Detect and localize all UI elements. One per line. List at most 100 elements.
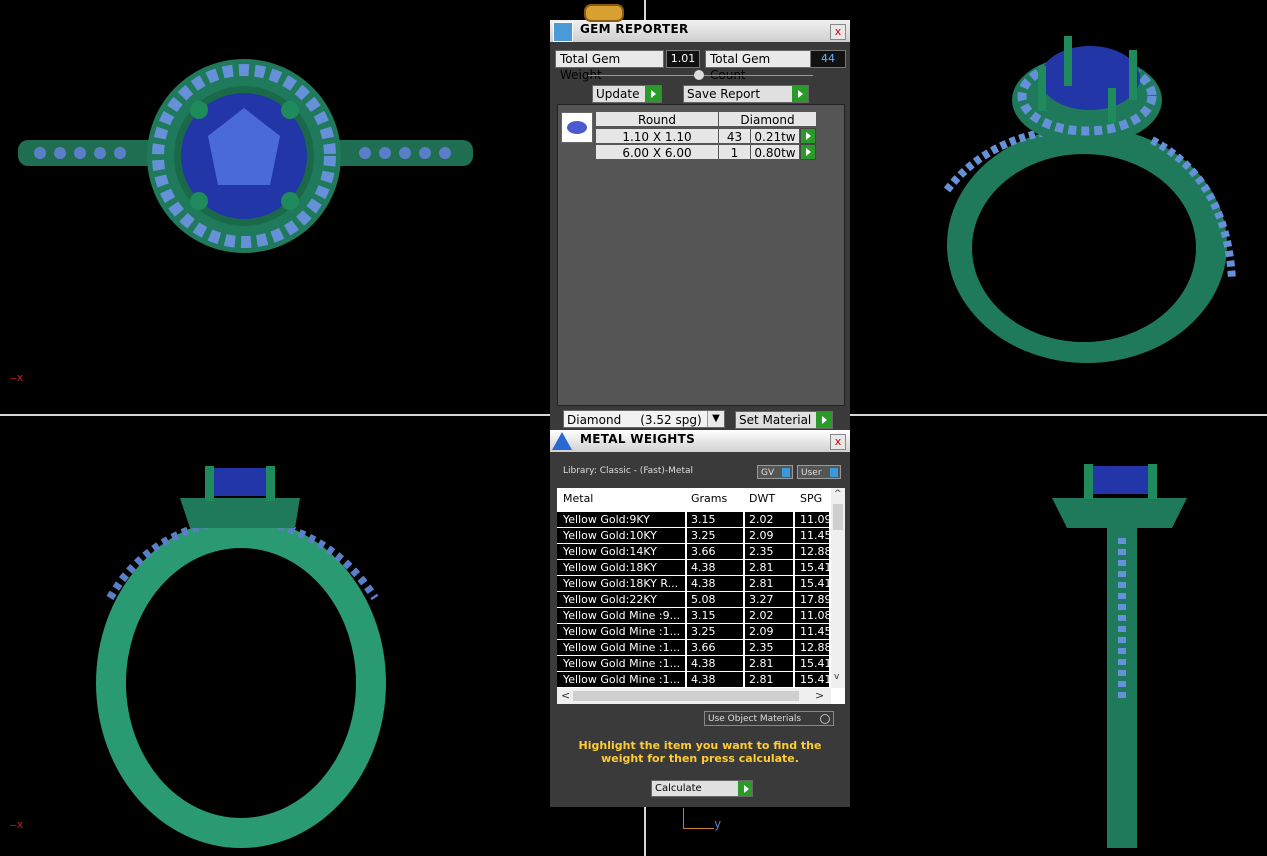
viewport-bottom-right[interactable]	[852, 418, 1267, 856]
column-header-metal[interactable]: Metal	[563, 492, 593, 505]
column-divider	[793, 592, 795, 607]
use-object-materials-checkbox[interactable]: Use Object Materials	[704, 711, 834, 726]
column-divider	[743, 576, 745, 591]
table-row[interactable]: Yellow Gold:9KY 3.15 2.02 11.09	[557, 512, 830, 527]
table-cell: Yellow Gold:22KY	[563, 593, 657, 606]
table-cell: Yellow Gold Mine :1...	[563, 641, 681, 654]
viewport-top-left[interactable]: —x	[0, 0, 550, 410]
round-gem-thumbnail-icon[interactable]	[561, 112, 593, 143]
table-row[interactable]: Yellow Gold:22KY 5.08 3.27 17.89	[557, 592, 830, 607]
library-label: Library: Classic - (Fast)-Metal	[563, 466, 694, 476]
table-row[interactable]: Yellow Gold Mine :1... 4.38 2.81 15.41	[557, 672, 830, 687]
table-cell: 4.38	[691, 577, 716, 590]
table-cell: Yellow Gold:18KY	[563, 561, 657, 574]
column-divider	[793, 624, 795, 639]
scroll-up-icon[interactable]: ^	[834, 489, 842, 499]
play-arrow-icon	[792, 86, 808, 102]
update-button[interactable]: Update	[592, 85, 662, 103]
column-divider	[685, 640, 687, 655]
scroll-down-icon[interactable]: v	[834, 672, 839, 682]
column-divider	[793, 576, 795, 591]
table-cell: Yellow Gold:9KY	[563, 513, 650, 526]
table-cell: 15.41	[800, 657, 830, 670]
viewport-bottom-left[interactable]: —x	[0, 418, 640, 856]
gv-toggle[interactable]: GV	[757, 465, 793, 479]
metal-weights-table[interactable]: Metal Grams DWT SPG Yellow Gold:9KY 3.15 2…	[557, 488, 845, 704]
metal-weights-close-icon[interactable]: x	[830, 434, 846, 450]
column-divider	[793, 512, 795, 527]
toggle-indicator-icon	[830, 468, 838, 477]
column-divider	[685, 544, 687, 559]
gem-row-select-arrow-icon[interactable]	[800, 128, 816, 144]
chevron-down-icon: ▼	[707, 411, 724, 427]
table-cell: 15.41	[800, 561, 830, 574]
save-report-button[interactable]: Save Report	[683, 85, 809, 103]
gem-material-header: Diamond	[718, 111, 817, 127]
table-cell: 2.81	[749, 561, 774, 574]
update-button-label: Update	[596, 87, 640, 101]
material-select[interactable]: Diamond (3.52 spg) ▼	[563, 410, 725, 428]
table-row[interactable]: Yellow Gold:18KY R... 4.38 2.81 15.41	[557, 576, 830, 591]
column-divider	[793, 640, 795, 655]
table-cell: 3.15	[691, 513, 716, 526]
viewport-top-right[interactable]	[852, 0, 1267, 410]
column-divider	[685, 576, 687, 591]
gem-reporter-titlebar[interactable]: GEM REPORTER x	[550, 20, 850, 42]
table-cell: 3.25	[691, 625, 716, 638]
gem-reporter-close-icon[interactable]: x	[830, 24, 846, 40]
save-report-button-label: Save Report	[687, 87, 761, 101]
scroll-thumb[interactable]	[573, 691, 799, 701]
vertical-scrollbar[interactable]: ^ v	[831, 488, 845, 688]
svg-text:—x: —x	[10, 371, 24, 384]
column-header-dwt[interactable]: DWT	[749, 492, 775, 505]
table-row[interactable]: Yellow Gold Mine :9... 3.15 2.02 11.08	[557, 608, 830, 623]
table-cell: 11.08	[800, 609, 830, 622]
column-divider	[743, 640, 745, 655]
play-arrow-icon	[738, 781, 752, 796]
table-row[interactable]: Yellow Gold Mine :1... 3.66 2.35 12.88	[557, 640, 830, 655]
table-cell: 12.88	[800, 641, 830, 654]
table-row[interactable]: Yellow Gold:10KY 3.25 2.09 11.45	[557, 528, 830, 543]
table-cell: Yellow Gold Mine :1...	[563, 625, 681, 638]
total-gem-count-value: 44	[810, 50, 846, 68]
svg-text:—x: —x	[10, 818, 24, 831]
table-cell: 2.09	[749, 529, 774, 542]
table-row[interactable]: Yellow Gold:14KY 3.66 2.35 12.88	[557, 544, 830, 559]
horizontal-scrollbar[interactable]: < >	[557, 688, 831, 704]
table-cell: Yellow Gold:14KY	[563, 545, 657, 558]
table-cell: 2.02	[749, 513, 774, 526]
table-cell: 15.41	[800, 673, 830, 686]
column-divider	[685, 656, 687, 671]
gem-row-size[interactable]: 6.00 X 6.00	[595, 144, 719, 160]
column-divider	[685, 624, 687, 639]
column-header-grams[interactable]: Grams	[691, 492, 727, 505]
column-divider	[793, 656, 795, 671]
radio-indicator-icon	[820, 714, 830, 724]
scroll-right-icon[interactable]: >	[815, 689, 824, 702]
table-cell: Yellow Gold Mine :1...	[563, 673, 681, 686]
table-row[interactable]: Yellow Gold Mine :1... 4.38 2.81 15.41	[557, 656, 830, 671]
column-divider	[743, 656, 745, 671]
splitter-handle-icon[interactable]	[694, 70, 704, 80]
user-toggle[interactable]: User	[797, 465, 841, 479]
gem-row-select-arrow-icon[interactable]	[800, 144, 816, 160]
calculate-button[interactable]: Calculate	[651, 780, 753, 797]
table-cell: Yellow Gold:18KY R...	[563, 577, 679, 590]
gem-row-size[interactable]: 1.10 X 1.10	[595, 128, 719, 144]
column-divider	[793, 560, 795, 575]
column-header-spg[interactable]: SPG	[800, 492, 822, 505]
column-divider	[793, 608, 795, 623]
table-row[interactable]: Yellow Gold Mine :1... 3.25 2.09 11.45	[557, 624, 830, 639]
gem-row-count: 43	[718, 128, 751, 144]
set-material-button[interactable]: Set Material	[735, 411, 833, 429]
table-cell: 2.02	[749, 609, 774, 622]
gem-oval-icon	[567, 121, 587, 134]
axis-y-label: y	[714, 817, 722, 831]
metal-weights-titlebar[interactable]: METAL WEIGHTS x	[550, 430, 850, 452]
table-header: Metal Grams DWT SPG	[557, 488, 829, 510]
scroll-left-icon[interactable]: <	[561, 689, 570, 702]
table-cell: 2.81	[749, 657, 774, 670]
scroll-thumb[interactable]	[833, 504, 843, 530]
table-row[interactable]: Yellow Gold:18KY 4.38 2.81 15.41	[557, 560, 830, 575]
gem-shape-header: Round	[595, 111, 719, 127]
